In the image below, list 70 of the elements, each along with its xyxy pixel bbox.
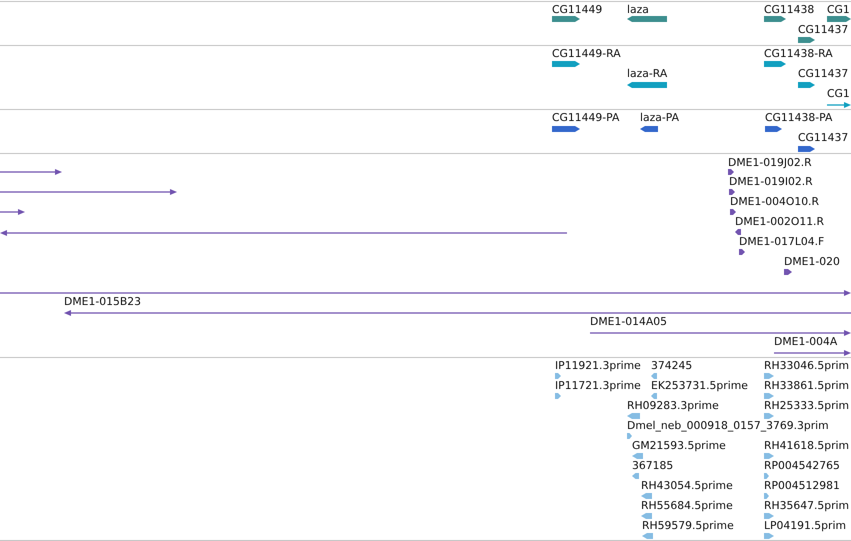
feature-label[interactable]: CG1 — [827, 87, 850, 100]
feature-arrow[interactable] — [728, 169, 734, 175]
feature-label[interactable]: CG11449 — [552, 3, 602, 16]
feature-label[interactable]: CG11437 — [798, 23, 848, 36]
feature-arrow[interactable] — [764, 16, 786, 22]
feature-label[interactable]: IP11921.3prime — [555, 359, 641, 372]
feature-label[interactable]: DME1-004A — [774, 335, 838, 348]
feature-label[interactable]: CG11438 — [764, 3, 814, 16]
feature-arrow[interactable] — [798, 82, 815, 88]
feature-arrow[interactable] — [552, 126, 580, 132]
feature-arrow[interactable] — [0, 169, 62, 175]
feature-label[interactable]: RP004512981 — [764, 479, 840, 492]
feature-arrow[interactable] — [627, 82, 667, 88]
feature-label[interactable]: DME1-019I02.R — [729, 175, 813, 188]
feature-arrow[interactable] — [774, 350, 851, 356]
feature-label[interactable]: RH59579.5prime — [642, 519, 734, 532]
feature-arrow[interactable] — [827, 16, 851, 22]
feature-label[interactable]: RH43054.5prime — [641, 479, 733, 492]
feature-label[interactable]: RH09283.3prime — [627, 399, 719, 412]
feature-label[interactable]: CG11449-PA — [552, 111, 620, 124]
feature-label[interactable]: RH25333.5prim — [764, 399, 850, 412]
feature-label[interactable]: 374245 — [651, 359, 692, 372]
feature-label[interactable]: laza — [627, 3, 649, 16]
feature-arrow[interactable] — [552, 61, 580, 67]
feature-label[interactable]: DME1-020 — [784, 255, 840, 268]
feature-label[interactable]: RH33861.5prim — [764, 379, 850, 392]
feature-arrow[interactable] — [784, 269, 792, 275]
feature-arrow[interactable] — [0, 290, 851, 296]
feature-arrow[interactable] — [765, 126, 782, 132]
feature-arrow[interactable] — [764, 61, 786, 67]
feature-arrow[interactable] — [798, 37, 815, 43]
feature-label[interactable]: RH33046.5prim — [764, 359, 850, 372]
feature-arrow[interactable] — [0, 230, 567, 236]
feature-arrow[interactable] — [730, 209, 736, 215]
feature-label[interactable]: 367185 — [632, 459, 674, 472]
feature-arrow[interactable] — [798, 146, 815, 152]
feature-label[interactable]: laza-PA — [640, 111, 680, 124]
feature-label[interactable]: DME1-002O11.R — [735, 215, 824, 228]
feature-arrow[interactable] — [64, 310, 851, 316]
feature-label[interactable]: RH35647.5prim — [764, 499, 850, 512]
feature-arrow[interactable] — [552, 16, 580, 22]
feature-label[interactable]: IP11721.3prime — [555, 379, 641, 392]
feature-label[interactable]: DME1-017L04.F — [739, 235, 824, 248]
feature-label[interactable]: RH55684.5prime — [641, 499, 733, 512]
feature-arrow[interactable] — [827, 102, 851, 108]
feature-label[interactable]: RH41618.5prim — [764, 439, 850, 452]
feature-arrow[interactable] — [739, 249, 745, 255]
feature-label[interactable]: DME1-019J02.R — [728, 156, 812, 169]
feature-label[interactable]: laza-RA — [627, 67, 668, 80]
feature-arrow[interactable] — [640, 126, 658, 132]
feature-label[interactable]: CG11449-RA — [552, 47, 621, 60]
feature-label[interactable]: CG11438-PA — [765, 111, 832, 124]
feature-label[interactable]: EK253731.5prime — [651, 379, 748, 392]
feature-arrow[interactable] — [0, 209, 25, 215]
feature-label[interactable]: GM21593.5prime — [632, 439, 726, 452]
feature-label[interactable]: LP04191.5prim — [764, 519, 846, 532]
feature-label[interactable]: CG1 — [827, 3, 850, 16]
feature-label[interactable]: CG11438-RA — [764, 47, 833, 60]
feature-arrow[interactable] — [0, 189, 177, 195]
feature-label[interactable]: CG11437 — [798, 67, 848, 80]
feature-arrow[interactable] — [590, 330, 851, 336]
feature-label[interactable]: DME1-014A05 — [590, 315, 667, 328]
feature-arrow[interactable] — [627, 16, 667, 22]
feature-arrow[interactable] — [729, 189, 735, 195]
feature-label[interactable]: DME1-004O10.R — [730, 195, 819, 208]
feature-label[interactable]: DME1-015B23 — [64, 295, 141, 308]
feature-label[interactable]: Dmel_neb_000918_0157_3769.3prim — [627, 419, 829, 432]
feature-label[interactable]: RP004542765 — [764, 459, 840, 472]
feature-label[interactable]: CG11437 — [798, 131, 848, 144]
feature-arrow[interactable] — [735, 229, 741, 235]
